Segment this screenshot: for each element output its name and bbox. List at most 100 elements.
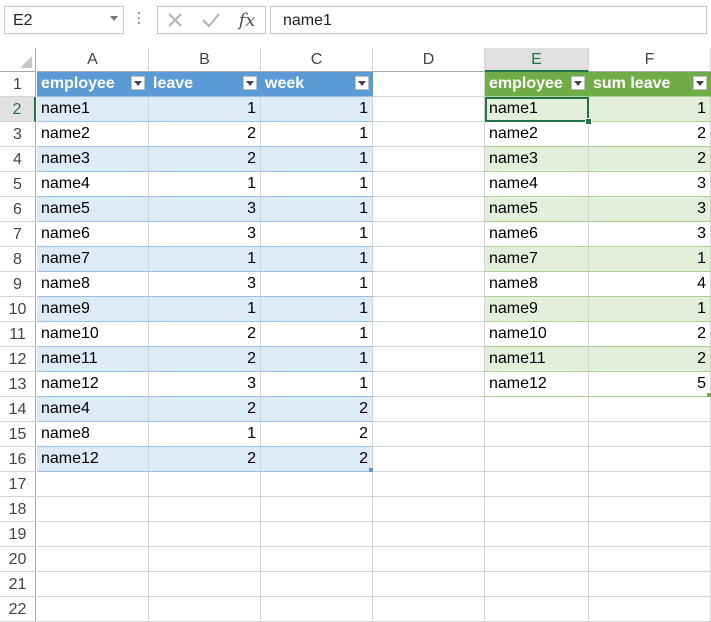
cell[interactable] (589, 497, 711, 522)
table2-cell[interactable]: name5 (485, 197, 589, 222)
column-header-b[interactable]: B (149, 48, 261, 72)
cell[interactable] (589, 472, 711, 497)
table1-cell[interactable]: name3 (37, 147, 149, 172)
row-header-21[interactable]: 21 (0, 572, 36, 597)
row-header-10[interactable]: 10 (0, 297, 36, 322)
cell[interactable] (373, 397, 485, 422)
cell[interactable] (149, 547, 261, 572)
table2-cell[interactable]: 2 (589, 347, 711, 372)
chevron-down-icon[interactable] (110, 16, 118, 21)
row-header-9[interactable]: 9 (0, 272, 36, 297)
table1-cell[interactable]: 1 (261, 297, 373, 322)
table2-cell[interactable]: 1 (589, 297, 711, 322)
checkmark-icon[interactable] (198, 9, 224, 31)
table1-cell[interactable]: 2 (149, 147, 261, 172)
row-header-15[interactable]: 15 (0, 422, 36, 447)
table1-cell[interactable]: 2 (149, 397, 261, 422)
row-header-16[interactable]: 16 (0, 447, 36, 472)
table1-cell[interactable]: 1 (261, 197, 373, 222)
cell[interactable] (373, 122, 485, 147)
table1-cell[interactable]: 2 (149, 347, 261, 372)
table1-cell[interactable]: name1 (37, 97, 149, 122)
x-icon[interactable] (162, 9, 188, 31)
column-header-c[interactable]: C (261, 48, 373, 72)
cell[interactable] (373, 547, 485, 572)
table1-cell[interactable]: name9 (37, 297, 149, 322)
cell[interactable] (261, 472, 373, 497)
cell[interactable] (37, 522, 149, 547)
table1-cell[interactable]: 1 (261, 172, 373, 197)
row-header-8[interactable]: 8 (0, 247, 36, 272)
table1-cell[interactable]: 3 (149, 272, 261, 297)
select-all-corner[interactable] (0, 48, 36, 72)
table1-cell[interactable]: 1 (149, 297, 261, 322)
cell[interactable] (589, 422, 711, 447)
drag-handle-icon[interactable] (138, 12, 140, 28)
cell[interactable] (589, 397, 711, 422)
table1-cell[interactable]: 1 (149, 97, 261, 122)
table1-cell[interactable]: 2 (261, 422, 373, 447)
table2-cell[interactable]: 2 (589, 322, 711, 347)
table1-cell[interactable]: name5 (37, 197, 149, 222)
row-header-5[interactable]: 5 (0, 172, 36, 197)
cell[interactable] (373, 272, 485, 297)
table1-cell[interactable]: 2 (261, 447, 373, 472)
table-resize-handle[interactable] (707, 393, 711, 397)
row-header-20[interactable]: 20 (0, 547, 36, 572)
table2-header-employee[interactable]: employee (485, 72, 589, 97)
filter-dropdown-icon[interactable] (131, 76, 145, 90)
row-header-12[interactable]: 12 (0, 347, 36, 372)
table2-cell[interactable]: 1 (589, 97, 711, 122)
cell[interactable] (485, 547, 589, 572)
cell[interactable] (261, 522, 373, 547)
table1-cell[interactable]: name12 (37, 372, 149, 397)
table1-cell[interactable]: name11 (37, 347, 149, 372)
table2-cell[interactable]: name11 (485, 347, 589, 372)
cell[interactable] (149, 522, 261, 547)
row-header-3[interactable]: 3 (0, 122, 36, 147)
cell[interactable] (37, 547, 149, 572)
table1-cell[interactable]: name4 (37, 397, 149, 422)
table1-cell[interactable]: 1 (149, 172, 261, 197)
table1-cell[interactable]: 1 (261, 147, 373, 172)
cell[interactable] (485, 497, 589, 522)
column-header-d[interactable]: D (373, 48, 485, 72)
table-resize-handle[interactable] (369, 468, 373, 472)
cell[interactable] (373, 522, 485, 547)
filter-dropdown-icon[interactable] (243, 76, 257, 90)
filter-dropdown-icon[interactable] (693, 76, 707, 90)
cell[interactable] (485, 447, 589, 472)
table1-cell[interactable]: name7 (37, 247, 149, 272)
cell[interactable] (485, 397, 589, 422)
formula-input[interactable]: name1 (270, 6, 707, 34)
table1-cell[interactable]: name6 (37, 222, 149, 247)
table1-cell[interactable]: 1 (261, 347, 373, 372)
cell[interactable] (589, 597, 711, 622)
table2-cell[interactable]: name7 (485, 247, 589, 272)
row-header-11[interactable]: 11 (0, 322, 36, 347)
cell[interactable] (373, 497, 485, 522)
table2-cell[interactable]: name4 (485, 172, 589, 197)
cell[interactable] (261, 497, 373, 522)
table1-cell[interactable]: 1 (261, 222, 373, 247)
cell[interactable] (485, 597, 589, 622)
row-header-22[interactable]: 22 (0, 597, 36, 622)
table1-cell[interactable]: 2 (261, 397, 373, 422)
cell[interactable] (485, 522, 589, 547)
cell[interactable] (589, 572, 711, 597)
table2-cell[interactable]: 1 (589, 247, 711, 272)
table2-cell[interactable]: 2 (589, 122, 711, 147)
cell[interactable] (373, 222, 485, 247)
row-header-18[interactable]: 18 (0, 497, 36, 522)
cell[interactable] (589, 547, 711, 572)
cell[interactable] (373, 297, 485, 322)
cell[interactable] (37, 572, 149, 597)
table1-cell[interactable]: 3 (149, 222, 261, 247)
row-header-4[interactable]: 4 (0, 147, 36, 172)
table1-cell[interactable]: 1 (261, 322, 373, 347)
table1-cell[interactable]: 1 (149, 422, 261, 447)
cell[interactable] (373, 72, 485, 97)
table1-cell[interactable]: 1 (261, 272, 373, 297)
cell[interactable] (589, 522, 711, 547)
filter-dropdown-icon[interactable] (571, 76, 585, 90)
